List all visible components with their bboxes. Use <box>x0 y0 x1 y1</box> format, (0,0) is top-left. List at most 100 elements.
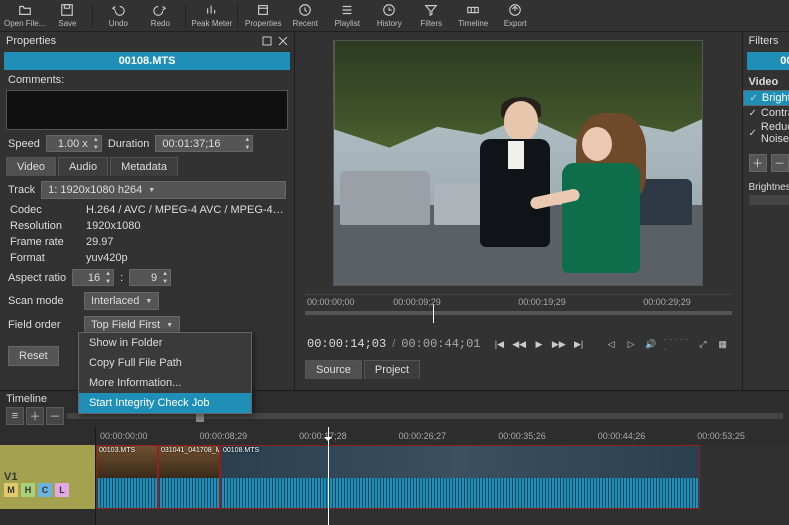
timeline-remove-button[interactable]: － <box>46 407 64 425</box>
timecode-total: 00:00:44;01 <box>401 337 480 351</box>
toolbar-separator <box>237 3 238 28</box>
prev-frame-icon[interactable]: ◁ <box>604 336 618 352</box>
filters-button[interactable]: Filters <box>411 0 451 31</box>
framerate-key: Frame rate <box>10 236 86 248</box>
resolution-value: 1920x1080 <box>86 220 284 232</box>
export-button[interactable]: Export <box>495 0 535 31</box>
timeline-button[interactable]: Timeline <box>453 0 493 31</box>
tab-project[interactable]: Project <box>364 360 420 379</box>
filters-clip-bar: 00108 <box>747 52 789 70</box>
main-toolbar: Open File... Save Undo Redo Peak Meter P… <box>0 0 789 32</box>
field-order-label: Field order <box>8 319 78 331</box>
timeline-playhead[interactable] <box>328 427 329 525</box>
toolbar-separator <box>185 3 186 28</box>
track-select[interactable]: 1: 1920x1080 h264▼ <box>41 181 286 199</box>
comments-input[interactable] <box>6 90 288 130</box>
timeline-menu-button[interactable]: ≡ <box>6 407 24 425</box>
track-label: Track <box>8 184 35 196</box>
scrub-bar[interactable]: 00:00:00;00 00:00:09;29 00:00:19;29 00:0… <box>305 294 732 330</box>
play-icon[interactable]: ▶ <box>532 336 546 352</box>
recent-label: Recent <box>293 19 318 28</box>
timeline-clip[interactable]: 00103.MTS <box>96 445 158 509</box>
duration-stepper[interactable]: ▲▼ <box>155 135 253 152</box>
composite-toggle[interactable]: C <box>38 483 52 497</box>
timeline-ruler[interactable]: 00:00:00;00 00:00:08;29 00:00:17;28 00:0… <box>96 427 789 445</box>
filters-title: Filters <box>749 35 779 47</box>
brightness-slider[interactable] <box>749 195 789 205</box>
check-icon: ✓ <box>750 93 758 104</box>
open-file-label: Open File... <box>4 19 45 28</box>
timeline-clip[interactable]: 00108.MTS <box>220 445 700 509</box>
fast-forward-icon[interactable]: ▶▶ <box>552 336 566 352</box>
undo-button[interactable]: Undo <box>98 0 138 31</box>
video-preview[interactable] <box>333 40 703 286</box>
duration-label: Duration <box>108 138 150 150</box>
scan-mode-select[interactable]: Interlaced▼ <box>84 292 159 310</box>
resolution-key: Resolution <box>10 220 86 232</box>
timeline-add-button[interactable]: ＋ <box>26 407 44 425</box>
playlist-button[interactable]: Playlist <box>327 0 367 31</box>
mute-toggle[interactable]: M <box>4 483 18 497</box>
filters-panel: Filters 00108 Video ✓Brightness ✓Contras… <box>742 32 789 390</box>
scrub-playhead[interactable] <box>433 305 434 323</box>
grid-icon[interactable]: ▦ <box>716 336 730 352</box>
open-file-button[interactable]: Open File... <box>4 0 45 31</box>
remove-filter-button[interactable]: － <box>771 154 789 172</box>
properties-label: Properties <box>245 19 281 28</box>
timeline-label: Timeline <box>458 19 488 28</box>
aspect-ratio-label: Aspect ratio <box>8 272 66 284</box>
menu-show-in-folder[interactable]: Show in Folder <box>79 333 251 353</box>
format-value: yuv420p <box>86 252 284 264</box>
tab-source[interactable]: Source <box>305 360 362 379</box>
undo-label: Undo <box>109 19 128 28</box>
aspect-w-stepper[interactable]: ▲▼ <box>72 269 114 286</box>
export-label: Export <box>504 19 527 28</box>
add-filter-button[interactable]: ＋ <box>749 154 767 172</box>
preview-panel: 00:00:00;00 00:00:09;29 00:00:19;29 00:0… <box>295 32 742 390</box>
save-label: Save <box>58 19 76 28</box>
rewind-icon[interactable]: ◀◀ <box>512 336 526 352</box>
track-header-v1[interactable]: V1 <box>0 445 95 509</box>
toolbar-separator <box>92 3 93 28</box>
properties-title: Properties <box>6 35 56 47</box>
hide-toggle[interactable]: H <box>21 483 35 497</box>
brightness-param-label: Brightness <box>743 178 789 193</box>
framerate-value: 29.97 <box>86 236 284 248</box>
tab-metadata[interactable]: Metadata <box>110 157 178 176</box>
check-icon: ✓ <box>749 108 757 119</box>
undock-icon[interactable] <box>262 36 272 46</box>
aspect-h-stepper[interactable]: ▲▼ <box>129 269 171 286</box>
properties-button[interactable]: Properties <box>243 0 283 31</box>
save-button[interactable]: Save <box>47 0 87 31</box>
recent-button[interactable]: Recent <box>285 0 325 31</box>
volume-icon[interactable]: 🔊 <box>644 336 658 352</box>
timeline-tracks-area[interactable]: 00:00:00;00 00:00:08;29 00:00:17;28 00:0… <box>96 427 789 525</box>
peak-meter-button[interactable]: Peak Meter <box>191 0 232 31</box>
timeline-clip[interactable]: 031041_041708_MC13.MXF <box>158 445 220 509</box>
skip-start-icon[interactable]: |◀ <box>493 336 507 352</box>
redo-button[interactable]: Redo <box>140 0 180 31</box>
reset-button[interactable]: Reset <box>8 346 59 366</box>
history-button[interactable]: History <box>369 0 409 31</box>
timecode-current[interactable]: 00:00:14;03 <box>307 337 386 351</box>
tab-video[interactable]: Video <box>6 157 56 176</box>
lock-toggle[interactable]: L <box>55 483 69 497</box>
playlist-label: Playlist <box>335 19 360 28</box>
menu-copy-path[interactable]: Copy Full File Path <box>79 353 251 373</box>
zoom-fit-icon[interactable]: ⤢ <box>696 336 710 352</box>
next-frame-icon[interactable]: ▷ <box>624 336 638 352</box>
peak-meter-label: Peak Meter <box>191 19 232 28</box>
codec-value: H.264 / AVC / MPEG-4 AVC / MPEG-4 p... <box>86 204 284 216</box>
timeline-title: Timeline <box>6 393 47 405</box>
skip-end-icon[interactable]: ▶| <box>572 336 586 352</box>
filter-item-brightness[interactable]: ✓Brightness <box>743 90 789 106</box>
tab-audio[interactable]: Audio <box>58 157 108 176</box>
filter-item-contrast[interactable]: ✓Contrast <box>749 106 789 120</box>
close-icon[interactable] <box>278 36 288 46</box>
menu-integrity-check[interactable]: Start Integrity Check Job <box>79 393 251 413</box>
clip-name-bar: 00108.MTS <box>4 52 290 70</box>
track-label: V1 <box>4 471 91 483</box>
filter-item-reduce-noise[interactable]: ✓Reduce Noise <box>749 120 789 146</box>
menu-more-info[interactable]: More Information... <box>79 373 251 393</box>
speed-stepper[interactable]: ▲▼ <box>46 135 102 152</box>
